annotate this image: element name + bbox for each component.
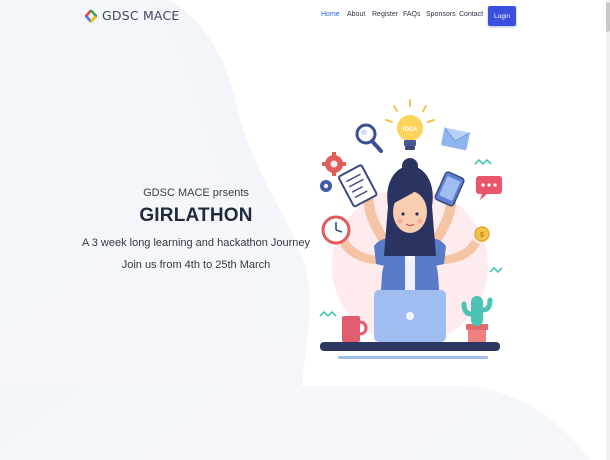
lightbulb-icon: IDEA bbox=[385, 99, 435, 150]
hero-tagline: A 3 week long learning and hackathon Jou… bbox=[81, 237, 311, 249]
coin-icon: $ bbox=[474, 226, 490, 242]
hero-dates: Join us from 4th to 25th March bbox=[121, 259, 271, 271]
nav-link-faqs[interactable]: FAQs bbox=[403, 11, 421, 18]
squiggle-decoration bbox=[319, 310, 337, 318]
hero-title: GIRLATHON bbox=[139, 205, 253, 226]
navbar: GDSC MACE Home About Register FAQs Spons… bbox=[0, 0, 610, 34]
magnifier-icon bbox=[355, 123, 383, 153]
squiggle-decoration bbox=[489, 266, 503, 274]
nav-link-register[interactable]: Register bbox=[372, 11, 398, 18]
nav-link-home[interactable]: Home bbox=[321, 11, 340, 18]
scrollbar-thumb[interactable] bbox=[606, 2, 610, 32]
page-scrollbar[interactable] bbox=[606, 0, 610, 460]
nav-links: Home About Register FAQs Sponsors Contac… bbox=[0, 0, 610, 34]
hero-text: GDSC MACE prsents GIRLATHON A 3 week lon… bbox=[80, 186, 312, 272]
envelope-icon bbox=[441, 127, 471, 151]
laptop-icon bbox=[374, 290, 446, 342]
squiggle-decoration bbox=[474, 158, 492, 166]
multitasking-woman-illustration: IDEA $ bbox=[319, 99, 503, 359]
desk-shadow-line bbox=[338, 356, 488, 359]
nav-link-about[interactable]: About bbox=[347, 11, 365, 18]
phone-icon bbox=[434, 171, 465, 207]
desk bbox=[320, 342, 500, 351]
login-button[interactable]: Login bbox=[488, 6, 516, 26]
clock-icon bbox=[321, 215, 351, 245]
nav-link-contact[interactable]: Contact bbox=[459, 11, 483, 18]
svg-text:$: $ bbox=[480, 232, 484, 239]
svg-text:IDEA: IDEA bbox=[403, 127, 418, 133]
nav-link-sponsors[interactable]: Sponsors bbox=[426, 11, 456, 18]
chat-bubble-icon bbox=[476, 176, 502, 200]
hero-presents: GDSC MACE prsents bbox=[143, 187, 249, 199]
